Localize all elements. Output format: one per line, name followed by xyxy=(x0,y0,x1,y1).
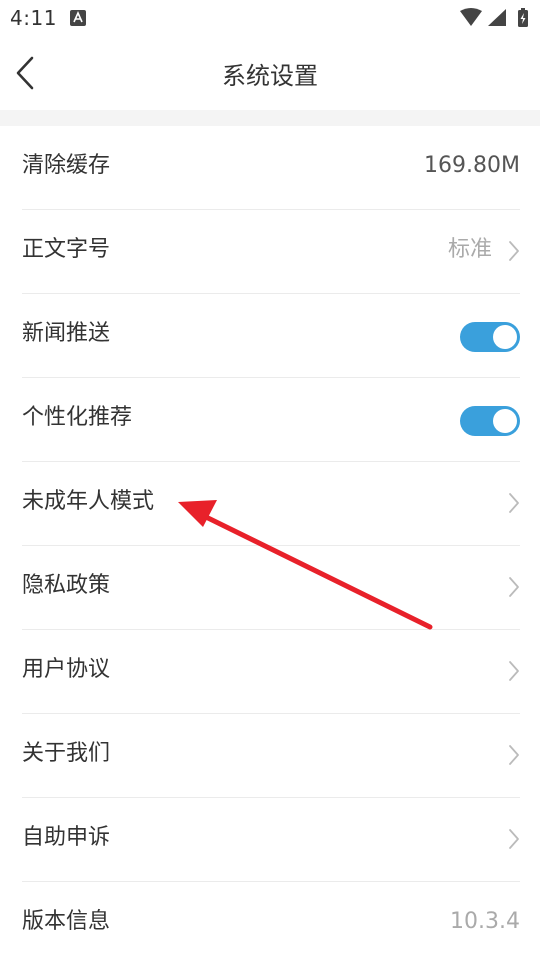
cache-size-value: 169.80M xyxy=(424,153,520,178)
section-separator xyxy=(0,110,540,126)
chevron-right-icon xyxy=(509,577,519,597)
a-app-icon xyxy=(70,10,86,26)
row-label: 用户协议 xyxy=(22,657,111,682)
row-label: 隐私政策 xyxy=(22,573,111,598)
settings-list: 清除缓存 169.80M 正文字号 标准 新闻推送 个性化推荐 未成年人模式 隐… xyxy=(0,126,540,960)
version-value: 10.3.4 xyxy=(450,909,520,934)
chevron-right-icon xyxy=(509,493,519,513)
screen: 4:11 系统设置 清除缓存 169.80M 正文字号 标准 新闻推送 个性化推… xyxy=(0,0,540,960)
signal-icon xyxy=(488,9,506,26)
row-label: 未成年人模式 xyxy=(22,489,155,514)
toggle-knob xyxy=(493,409,517,433)
chevron-right-icon xyxy=(509,745,519,765)
settings-row-clear-cache[interactable]: 清除缓存 169.80M xyxy=(22,126,520,210)
row-label: 版本信息 xyxy=(22,909,111,934)
row-label: 个性化推荐 xyxy=(22,405,133,430)
settings-row-minor-mode[interactable]: 未成年人模式 xyxy=(22,462,520,546)
news-push-toggle[interactable] xyxy=(460,322,520,352)
settings-row-news-push: 新闻推送 xyxy=(22,294,520,378)
toggle-knob xyxy=(493,325,517,349)
chevron-right-icon xyxy=(509,241,519,261)
battery-charging-icon xyxy=(518,8,528,27)
page-title: 系统设置 xyxy=(222,62,318,90)
font-size-value: 标准 xyxy=(447,237,492,262)
row-label: 正文字号 xyxy=(22,237,111,262)
settings-row-version-info[interactable]: 版本信息 10.3.4 xyxy=(22,882,520,960)
settings-row-user-agreement[interactable]: 用户协议 xyxy=(22,630,520,714)
row-label: 关于我们 xyxy=(22,741,111,766)
settings-row-privacy-policy[interactable]: 隐私政策 xyxy=(22,546,520,630)
chevron-right-icon xyxy=(509,829,519,849)
status-icons xyxy=(460,8,528,27)
row-label: 清除缓存 xyxy=(22,153,111,178)
chevron-right-icon xyxy=(509,661,519,681)
status-time: 4:11 xyxy=(10,6,57,30)
status-bar: 4:11 xyxy=(0,0,540,36)
settings-row-font-size[interactable]: 正文字号 标准 xyxy=(22,210,520,294)
settings-row-about-us[interactable]: 关于我们 xyxy=(22,714,520,798)
settings-row-self-service-appeal[interactable]: 自助申诉 xyxy=(22,798,520,882)
row-label: 新闻推送 xyxy=(22,321,111,346)
row-label: 自助申诉 xyxy=(22,825,111,850)
personalized-recommendation-toggle[interactable] xyxy=(460,406,520,436)
settings-row-personalized-recommendation: 个性化推荐 xyxy=(22,378,520,462)
wifi-icon xyxy=(460,8,482,26)
header: 系统设置 xyxy=(0,36,540,110)
